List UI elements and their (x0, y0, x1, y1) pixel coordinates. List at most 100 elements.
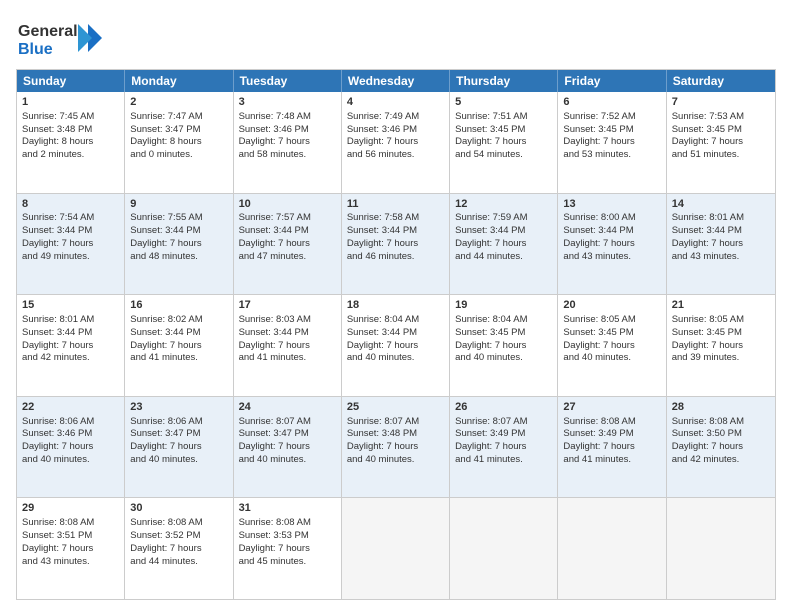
day-number: 25 (347, 400, 444, 415)
day-cell: 3Sunrise: 7:48 AM Sunset: 3:46 PM Daylig… (234, 92, 342, 193)
day-info: Sunrise: 7:47 AM Sunset: 3:47 PM Dayligh… (130, 111, 202, 160)
day-cell: 30Sunrise: 8:08 AM Sunset: 3:52 PM Dayli… (125, 498, 233, 599)
day-cell: 4Sunrise: 7:49 AM Sunset: 3:46 PM Daylig… (342, 92, 450, 193)
day-number: 29 (22, 501, 119, 516)
calendar-row: 29Sunrise: 8:08 AM Sunset: 3:51 PM Dayli… (17, 498, 775, 599)
day-info: Sunrise: 7:51 AM Sunset: 3:45 PM Dayligh… (455, 111, 527, 160)
day-number: 1 (22, 95, 119, 110)
day-info: Sunrise: 8:01 AM Sunset: 3:44 PM Dayligh… (22, 314, 94, 363)
empty-cell (342, 498, 450, 599)
day-cell: 18Sunrise: 8:04 AM Sunset: 3:44 PM Dayli… (342, 295, 450, 396)
day-info: Sunrise: 8:01 AM Sunset: 3:44 PM Dayligh… (672, 212, 744, 261)
svg-text:General: General (18, 23, 78, 40)
day-cell: 22Sunrise: 8:06 AM Sunset: 3:46 PM Dayli… (17, 397, 125, 498)
day-info: Sunrise: 8:04 AM Sunset: 3:44 PM Dayligh… (347, 314, 419, 363)
day-cell: 20Sunrise: 8:05 AM Sunset: 3:45 PM Dayli… (558, 295, 666, 396)
weekday-header: Sunday (17, 70, 125, 92)
day-number: 8 (22, 197, 119, 212)
day-cell: 9Sunrise: 7:55 AM Sunset: 3:44 PM Daylig… (125, 194, 233, 295)
calendar: SundayMondayTuesdayWednesdayThursdayFrid… (16, 69, 776, 600)
empty-cell (667, 498, 775, 599)
day-info: Sunrise: 8:05 AM Sunset: 3:45 PM Dayligh… (672, 314, 744, 363)
page: General Blue SundayMondayTuesdayWednesda… (0, 0, 792, 612)
day-number: 10 (239, 197, 336, 212)
day-info: Sunrise: 8:06 AM Sunset: 3:46 PM Dayligh… (22, 416, 94, 465)
calendar-row: 22Sunrise: 8:06 AM Sunset: 3:46 PM Dayli… (17, 397, 775, 499)
day-cell: 10Sunrise: 7:57 AM Sunset: 3:44 PM Dayli… (234, 194, 342, 295)
day-cell: 15Sunrise: 8:01 AM Sunset: 3:44 PM Dayli… (17, 295, 125, 396)
day-cell: 21Sunrise: 8:05 AM Sunset: 3:45 PM Dayli… (667, 295, 775, 396)
day-cell: 27Sunrise: 8:08 AM Sunset: 3:49 PM Dayli… (558, 397, 666, 498)
weekday-header: Thursday (450, 70, 558, 92)
day-cell: 17Sunrise: 8:03 AM Sunset: 3:44 PM Dayli… (234, 295, 342, 396)
day-info: Sunrise: 7:57 AM Sunset: 3:44 PM Dayligh… (239, 212, 311, 261)
day-info: Sunrise: 7:54 AM Sunset: 3:44 PM Dayligh… (22, 212, 94, 261)
day-info: Sunrise: 7:49 AM Sunset: 3:46 PM Dayligh… (347, 111, 419, 160)
day-number: 23 (130, 400, 227, 415)
day-cell: 14Sunrise: 8:01 AM Sunset: 3:44 PM Dayli… (667, 194, 775, 295)
day-info: Sunrise: 8:07 AM Sunset: 3:47 PM Dayligh… (239, 416, 311, 465)
day-number: 17 (239, 298, 336, 313)
day-number: 4 (347, 95, 444, 110)
day-info: Sunrise: 8:08 AM Sunset: 3:53 PM Dayligh… (239, 517, 311, 566)
day-number: 21 (672, 298, 770, 313)
day-number: 12 (455, 197, 552, 212)
day-number: 14 (672, 197, 770, 212)
day-number: 15 (22, 298, 119, 313)
day-info: Sunrise: 8:05 AM Sunset: 3:45 PM Dayligh… (563, 314, 635, 363)
day-cell: 5Sunrise: 7:51 AM Sunset: 3:45 PM Daylig… (450, 92, 558, 193)
weekday-header: Tuesday (234, 70, 342, 92)
day-number: 26 (455, 400, 552, 415)
day-info: Sunrise: 8:08 AM Sunset: 3:49 PM Dayligh… (563, 416, 635, 465)
header: General Blue (16, 12, 776, 63)
weekday-header: Friday (558, 70, 666, 92)
empty-cell (558, 498, 666, 599)
day-info: Sunrise: 7:52 AM Sunset: 3:45 PM Dayligh… (563, 111, 635, 160)
day-info: Sunrise: 7:48 AM Sunset: 3:46 PM Dayligh… (239, 111, 311, 160)
weekday-header: Saturday (667, 70, 775, 92)
day-number: 9 (130, 197, 227, 212)
day-cell: 19Sunrise: 8:04 AM Sunset: 3:45 PM Dayli… (450, 295, 558, 396)
day-cell: 1Sunrise: 7:45 AM Sunset: 3:48 PM Daylig… (17, 92, 125, 193)
day-number: 28 (672, 400, 770, 415)
day-number: 5 (455, 95, 552, 110)
calendar-row: 8Sunrise: 7:54 AM Sunset: 3:44 PM Daylig… (17, 194, 775, 296)
logo: General Blue (16, 16, 106, 63)
day-info: Sunrise: 8:04 AM Sunset: 3:45 PM Dayligh… (455, 314, 527, 363)
day-number: 31 (239, 501, 336, 516)
day-number: 7 (672, 95, 770, 110)
logo-wordmark: General Blue (16, 16, 106, 63)
logo-svg: General Blue (16, 16, 106, 58)
day-number: 22 (22, 400, 119, 415)
day-cell: 24Sunrise: 8:07 AM Sunset: 3:47 PM Dayli… (234, 397, 342, 498)
day-info: Sunrise: 7:58 AM Sunset: 3:44 PM Dayligh… (347, 212, 419, 261)
day-number: 27 (563, 400, 660, 415)
day-cell: 16Sunrise: 8:02 AM Sunset: 3:44 PM Dayli… (125, 295, 233, 396)
weekday-header: Wednesday (342, 70, 450, 92)
calendar-header: SundayMondayTuesdayWednesdayThursdayFrid… (17, 70, 775, 92)
empty-cell (450, 498, 558, 599)
day-cell: 31Sunrise: 8:08 AM Sunset: 3:53 PM Dayli… (234, 498, 342, 599)
day-number: 16 (130, 298, 227, 313)
day-cell: 7Sunrise: 7:53 AM Sunset: 3:45 PM Daylig… (667, 92, 775, 193)
day-cell: 2Sunrise: 7:47 AM Sunset: 3:47 PM Daylig… (125, 92, 233, 193)
day-info: Sunrise: 8:07 AM Sunset: 3:48 PM Dayligh… (347, 416, 419, 465)
day-number: 18 (347, 298, 444, 313)
day-cell: 6Sunrise: 7:52 AM Sunset: 3:45 PM Daylig… (558, 92, 666, 193)
day-number: 13 (563, 197, 660, 212)
day-info: Sunrise: 8:08 AM Sunset: 3:52 PM Dayligh… (130, 517, 202, 566)
day-info: Sunrise: 7:59 AM Sunset: 3:44 PM Dayligh… (455, 212, 527, 261)
day-info: Sunrise: 7:55 AM Sunset: 3:44 PM Dayligh… (130, 212, 202, 261)
svg-text:Blue: Blue (18, 41, 53, 58)
day-info: Sunrise: 7:45 AM Sunset: 3:48 PM Dayligh… (22, 111, 94, 160)
calendar-body: 1Sunrise: 7:45 AM Sunset: 3:48 PM Daylig… (17, 92, 775, 599)
weekday-header: Monday (125, 70, 233, 92)
day-cell: 29Sunrise: 8:08 AM Sunset: 3:51 PM Dayli… (17, 498, 125, 599)
day-info: Sunrise: 8:03 AM Sunset: 3:44 PM Dayligh… (239, 314, 311, 363)
day-info: Sunrise: 8:00 AM Sunset: 3:44 PM Dayligh… (563, 212, 635, 261)
day-number: 2 (130, 95, 227, 110)
day-number: 24 (239, 400, 336, 415)
day-cell: 28Sunrise: 8:08 AM Sunset: 3:50 PM Dayli… (667, 397, 775, 498)
day-cell: 23Sunrise: 8:06 AM Sunset: 3:47 PM Dayli… (125, 397, 233, 498)
day-info: Sunrise: 8:08 AM Sunset: 3:50 PM Dayligh… (672, 416, 744, 465)
